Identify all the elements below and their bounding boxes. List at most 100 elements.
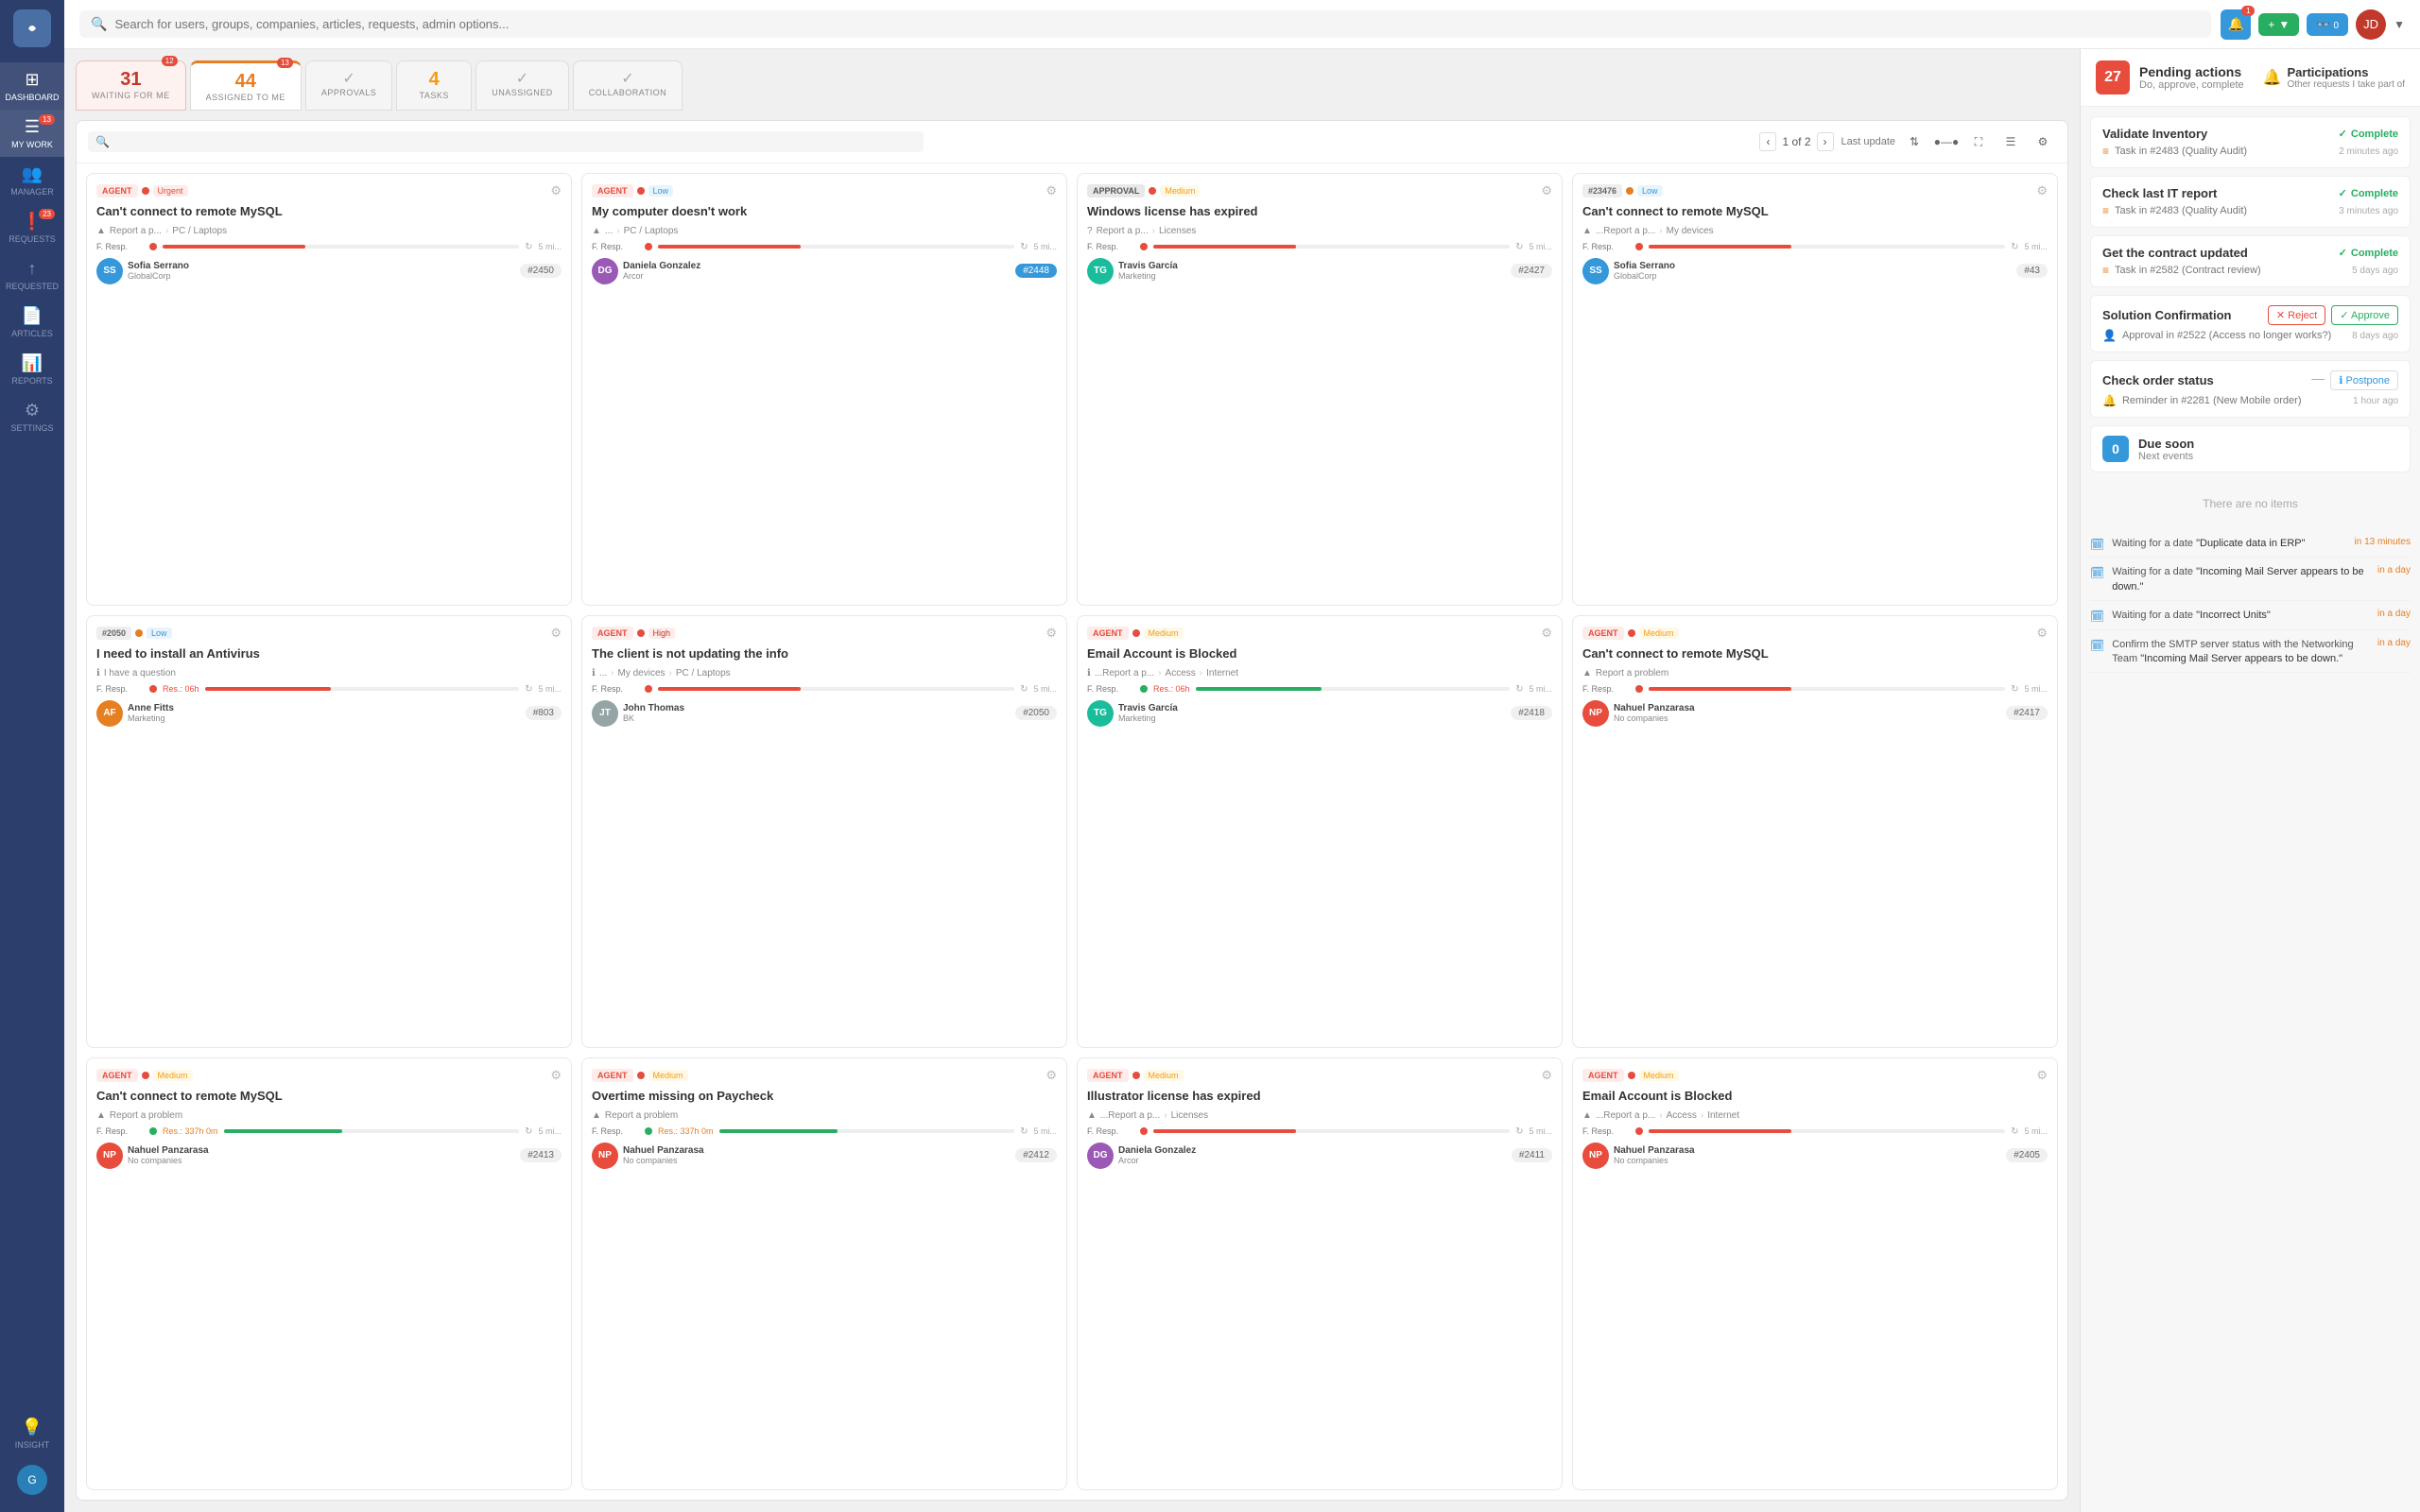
sidebar-logo[interactable] [13,9,51,47]
glasses-btn[interactable]: 👓 0 [2307,13,2348,36]
card-gear-btn[interactable]: ⚙ [550,183,562,198]
sidebar-item-user[interactable]: G [0,1457,64,1503]
card-c8[interactable]: AGENT Medium ⚙ Can't connect to remote M… [1572,615,2058,1048]
card-user: TG Travis García Marketing [1087,700,1178,727]
tab-tasks[interactable]: 4 TASKS [396,60,472,111]
card-c6[interactable]: AGENT High ⚙ The client is not updating … [581,615,1067,1048]
articles-icon: 📄 [22,306,43,326]
card-c1[interactable]: AGENT Urgent ⚙ Can't connect to remote M… [86,173,572,606]
card-footer: NP Nahuel Panzarasa No companies #2417 [1582,700,2048,727]
sidebar-avatar: G [17,1465,47,1495]
action-item-header: Check order status — ℹ Postpone [2102,370,2398,390]
action-title: Get the contract updated [2102,246,2248,260]
expand-btn[interactable]: ⛶ [1965,129,1992,155]
card-meta: ▲ ...Report a p... ›My devices [1582,226,2048,236]
card-c12[interactable]: AGENT Medium ⚙ Email Account is Blocked … [1572,1057,2058,1490]
filter-toggle-btn[interactable]: ●—● [1933,129,1960,155]
tag-dot [1628,629,1635,637]
card-gear-btn[interactable]: ⚙ [1046,1068,1057,1083]
sidebar-item-settings[interactable]: ⚙ SETTINGS [0,393,64,440]
priority-tag: Medium [1144,1070,1184,1081]
card-header: APPROVAL Medium ⚙ [1087,183,1552,198]
tab-approvals[interactable]: ✓ APPROVALS [305,60,392,111]
user-name: Travis García [1118,703,1178,713]
notifications-btn[interactable]: 🔔 1 [2221,9,2251,40]
user-info: Sofia Serrano GlobalCorp [1614,261,1675,281]
prev-page-btn[interactable]: ‹ [1759,132,1776,151]
tab-collaboration-label: COLLABORATION [589,88,666,97]
card-user: SS Sofia Serrano GlobalCorp [96,258,189,284]
card-c11[interactable]: AGENT Medium ⚙ Illustrator license has e… [1077,1057,1563,1490]
card-c2[interactable]: AGENT Low ⚙ My computer doesn't work ▲ .… [581,173,1067,606]
add-btn[interactable]: + ▼ [2258,13,2299,36]
card-gear-btn[interactable]: ⚙ [1541,626,1552,641]
user-company: No companies [128,1156,209,1165]
pending-title: Pending actions [2139,64,2254,79]
card-gear-btn[interactable]: ⚙ [1046,183,1057,198]
postpone-btn[interactable]: ℹ Postpone [2330,370,2398,390]
waiting-link[interactable]: "Incoming Mail Server appears to be down… [2112,566,2363,592]
sidebar-item-insight[interactable]: 💡 INSIGHT [0,1410,64,1457]
fresp-bar [1649,1129,1791,1133]
sidebar-item-reports[interactable]: 📊 REPORTS [0,346,64,393]
next-page-btn[interactable]: › [1817,132,1834,151]
sidebar-item-mywork[interactable]: 13 ☰ MY WORK [0,110,64,157]
tab-unassigned[interactable]: ✓ UNASSIGNED [475,60,569,111]
meta-icon: ▲ [592,226,601,236]
pending-count: 27 [2096,60,2130,94]
card-progress: F. Resp. ↻ 5 mi... [592,684,1057,695]
card-c3[interactable]: APPROVAL Medium ⚙ Windows license has ex… [1077,173,1563,606]
card-gear-btn[interactable]: ⚙ [2036,1068,2048,1083]
card-gear-btn[interactable]: ⚙ [1046,626,1057,641]
tab-assigned[interactable]: 13 44 ASSIGNED TO ME [190,60,302,111]
card-c4[interactable]: #23476 Low ⚙ Can't connect to remote MyS… [1572,173,2058,606]
reject-btn[interactable]: ✕ Reject [2268,305,2325,325]
user-menu-arrow[interactable]: ▼ [2394,18,2405,31]
waiting-link[interactable]: "Duplicate data in ERP" [2196,538,2305,549]
approve-btn[interactable]: ✓ Approve [2331,305,2398,325]
card-tags: #2050 Low [96,627,172,640]
card-gear-btn[interactable]: ⚙ [550,1068,562,1083]
sidebar-item-manager[interactable]: 👥 MANAGER [0,157,64,204]
card-footer: DG Daniela Gonzalez Arcor #2411 [1087,1143,1552,1169]
card-user: NP Nahuel Panzarasa No companies [1582,700,1695,727]
waiting-link[interactable]: "Incorrect Units" [2196,610,2271,621]
meta-icon: ▲ [1582,226,1592,236]
sidebar-item-requests[interactable]: 23 ❗ REQUESTS [0,204,64,251]
tag-dot [637,629,645,637]
card-gear-btn[interactable]: ⚙ [2036,183,2048,198]
card-title: Illustrator license has expired [1087,1089,1552,1105]
sidebar-item-requested[interactable]: ↑ REQUESTED [0,251,64,299]
user-avatar[interactable]: JD [2356,9,2386,40]
card-c9[interactable]: AGENT Medium ⚙ Can't connect to remote M… [86,1057,572,1490]
list-view-btn[interactable]: ☰ [1997,129,2024,155]
card-gear-btn[interactable]: ⚙ [1541,183,1552,198]
card-gear-btn[interactable]: ⚙ [1541,1068,1552,1083]
work-panel: 12 31 WAITING FOR ME 13 44 ASSIGNED TO M… [64,49,2080,1512]
meta-text: ...Report a p... [1095,668,1154,679]
waiting-time: in a day [2377,609,2411,619]
card-title: Can't connect to remote MySQL [96,204,562,220]
action-item-header: Check last IT report ✓ Complete [2102,186,2398,200]
card-c5[interactable]: #2050 Low ⚙ I need to install an Antivir… [86,615,572,1048]
user-avatar: NP [1582,700,1609,727]
meta-text: Report a p... [110,226,162,236]
settings-btn[interactable]: ⚙ [2030,129,2056,155]
card-c7[interactable]: AGENT Medium ⚙ Email Account is Blocked … [1077,615,1563,1048]
card-header: AGENT Medium ⚙ [1087,1068,1552,1083]
search-input[interactable] [114,17,2200,31]
sort-btn[interactable]: ⇅ [1901,129,1927,155]
tab-waiting[interactable]: 12 31 WAITING FOR ME [76,60,186,111]
tab-waiting-badge: 12 [162,56,178,66]
check-icon: ✓ [2339,128,2347,140]
tab-collaboration[interactable]: ✓ COLLABORATION [573,60,683,111]
card-c10[interactable]: AGENT Medium ⚙ Overtime missing on Paych… [581,1057,1067,1490]
sidebar-item-dashboard[interactable]: ⊞ DASHBOARD [0,62,64,110]
sidebar-item-articles[interactable]: 📄 ARTICLES [0,299,64,346]
card-gear-btn[interactable]: ⚙ [2036,626,2048,641]
cards-search-input[interactable] [115,135,210,148]
tab-assigned-label: ASSIGNED TO ME [206,93,285,102]
card-gear-btn[interactable]: ⚙ [550,626,562,641]
waiting-link[interactable]: "Incoming Mail Server appears to be down… [2140,653,2342,664]
tab-approvals-label: APPROVALS [321,88,376,97]
